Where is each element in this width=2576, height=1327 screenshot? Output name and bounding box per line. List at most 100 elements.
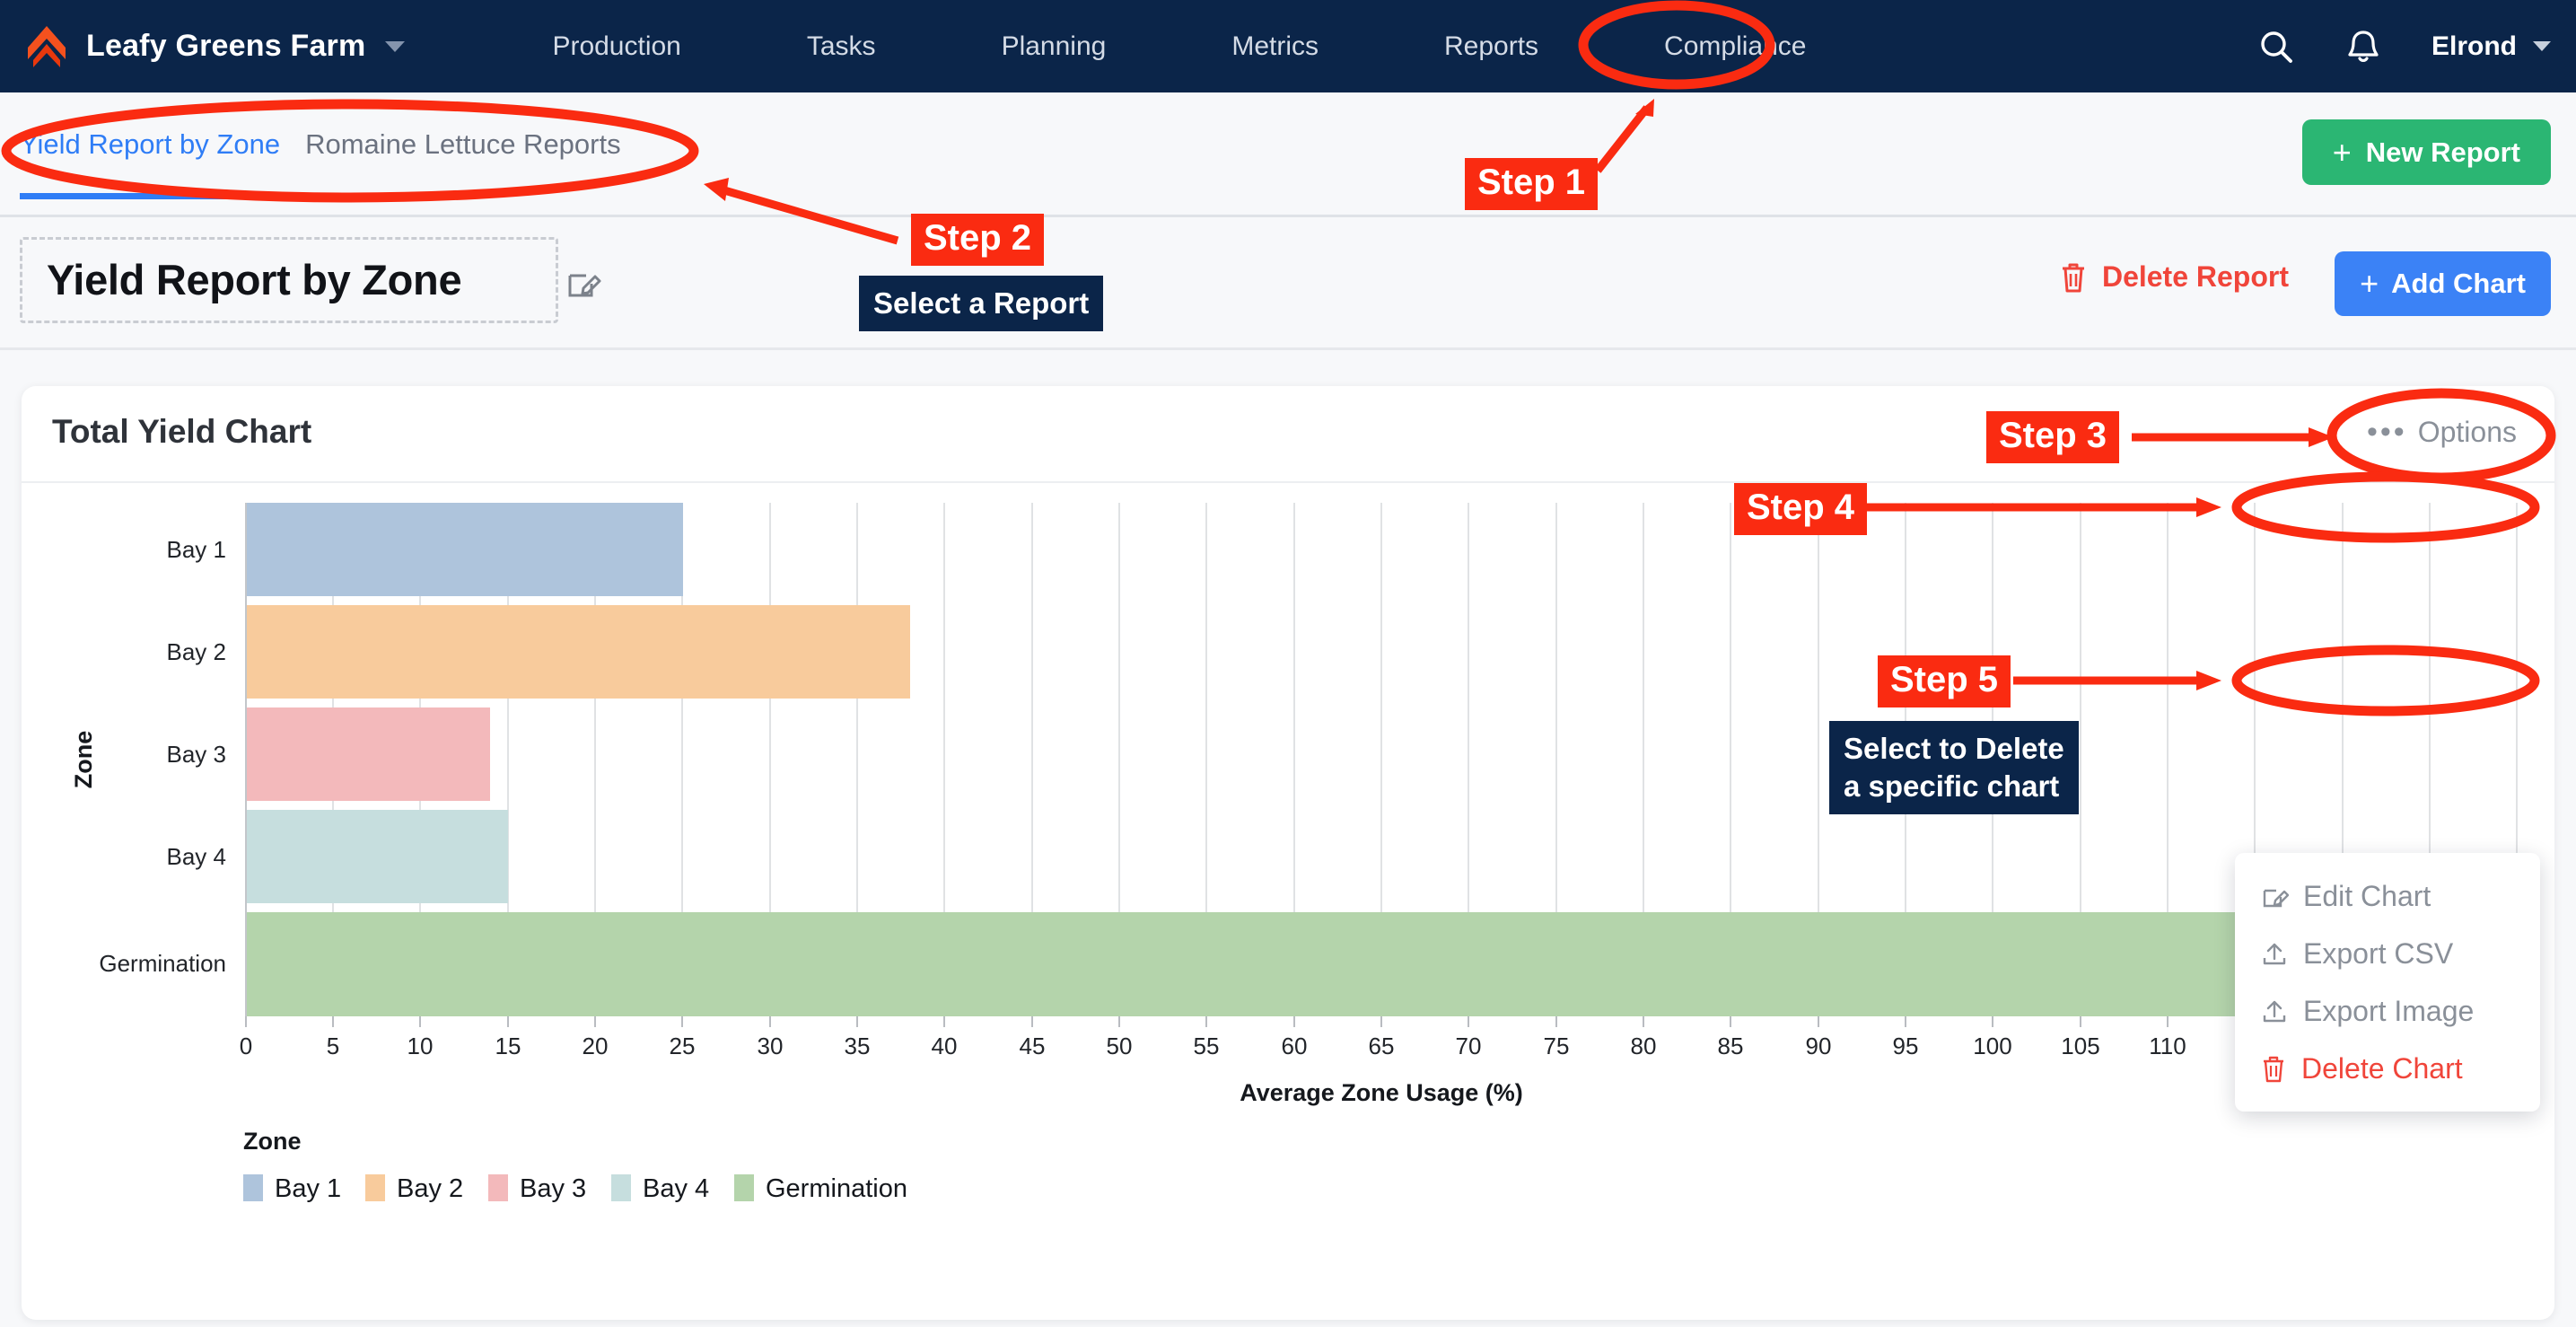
chart-options-button[interactable]: ••• Options (2367, 415, 2517, 450)
legend-swatch-germination (734, 1174, 754, 1201)
legend-label-bay-4: Bay 4 (643, 1174, 709, 1203)
legend-swatch-bay-3 (488, 1174, 508, 1201)
chart-card-header: Total Yield Chart ••• Options (22, 386, 2554, 483)
tab-yield-report-by-zone[interactable]: Yield Report by Zone (20, 128, 281, 199)
legend-title: Zone (243, 1128, 302, 1155)
chart-legend: Bay 1 Bay 2 Bay 3 Bay 4 Germination (243, 1174, 907, 1203)
chart-plot-area: Bay 1 Bay 2 Bay 3 Bay 4 Germination Zone (22, 485, 2554, 1318)
svg-text:95: 95 (1893, 1033, 1919, 1059)
x-tick-marks (245, 1016, 2518, 1027)
nav-link-production[interactable]: Production (552, 31, 680, 62)
menu-item-export-image[interactable]: Export Image (2235, 982, 2540, 1040)
svg-text:45: 45 (1020, 1033, 1046, 1059)
delete-report-label: Delete Report (2101, 260, 2289, 293)
svg-text:90: 90 (1806, 1033, 1832, 1059)
svg-text:0: 0 (240, 1033, 252, 1059)
svg-text:100: 100 (1973, 1033, 2011, 1059)
report-tabs: Yield Report by Zone Romaine Lettuce Rep… (20, 128, 646, 199)
ytick-bay-1: Bay 1 (167, 536, 227, 563)
bar-bay-1 (246, 503, 683, 596)
svg-text:75: 75 (1544, 1033, 1570, 1059)
new-report-button[interactable]: + New Report (2301, 119, 2551, 185)
chevron-down-icon[interactable] (2533, 41, 2551, 51)
svg-text:55: 55 (1194, 1033, 1220, 1059)
menu-item-label: Export Image (2303, 994, 2475, 1027)
new-report-label: New Report (2365, 136, 2520, 168)
search-icon[interactable] (2257, 28, 2295, 66)
plus-icon: + (2332, 133, 2352, 171)
tab-romaine-lettuce-reports[interactable]: Romaine Lettuce Reports (305, 128, 621, 193)
brand-name: Leafy Greens Farm (86, 29, 366, 63)
chart-category-labels: Bay 1 Bay 2 Bay 3 Bay 4 Germination (99, 536, 226, 977)
chart-card: Total Yield Chart ••• Options Bay 1 Bay … (22, 386, 2554, 1320)
report-tabbar: Yield Report by Zone Romaine Lettuce Rep… (0, 92, 2576, 217)
svg-text:65: 65 (1369, 1033, 1395, 1059)
brand-switcher[interactable]: Leafy Greens Farm (0, 23, 406, 70)
nav-link-reports[interactable]: Reports (1444, 31, 1538, 62)
ytick-germination: Germination (99, 950, 226, 977)
menu-item-edit-chart[interactable]: Edit Chart (2235, 867, 2540, 925)
page-title: Yield Report by Zone (47, 256, 462, 303)
chart-title: Total Yield Chart (52, 413, 312, 450)
legend-label-bay-1: Bay 1 (275, 1174, 341, 1203)
upload-icon (2260, 997, 2289, 1025)
menu-item-label: Delete Chart (2301, 1051, 2463, 1085)
nav-right-cluster: Elrond (2257, 0, 2551, 92)
chart-xtick-labels: 0 5 10 15 20 25 30 35 40 45 50 55 60 65 … (240, 1033, 2537, 1059)
chevron-down-icon[interactable] (385, 40, 406, 52)
svg-text:50: 50 (1107, 1033, 1133, 1059)
chart-options-dropdown: Edit Chart Export CSV Export Image Delet… (2235, 853, 2540, 1112)
app-root: Leafy Greens Farm Production Tasks Plann… (0, 0, 2576, 1327)
horizontal-bar-chart: Bay 1 Bay 2 Bay 3 Bay 4 Germination Zone (70, 503, 2537, 1203)
delete-report-button[interactable]: Delete Report (2059, 260, 2289, 294)
chart-options-label: Options (2417, 416, 2517, 448)
svg-text:30: 30 (758, 1033, 784, 1059)
legend-swatch-bay-1 (243, 1174, 263, 1201)
top-navigation-bar: Leafy Greens Farm Production Tasks Plann… (0, 0, 2576, 92)
menu-item-label: Edit Chart (2303, 879, 2431, 912)
svg-text:85: 85 (1718, 1033, 1744, 1059)
nav-link-metrics[interactable]: Metrics (1231, 31, 1319, 62)
nav-link-compliance[interactable]: Compliance (1664, 31, 1806, 62)
ytick-bay-4: Bay 4 (167, 843, 227, 870)
svg-text:105: 105 (2061, 1033, 2099, 1059)
menu-item-label: Export CSV (2303, 936, 2454, 970)
upload-icon (2260, 939, 2289, 968)
svg-text:80: 80 (1631, 1033, 1657, 1059)
svg-text:10: 10 (407, 1033, 434, 1059)
x-axis-title: Average Zone Usage (%) (1240, 1079, 1523, 1106)
nav-link-tasks[interactable]: Tasks (807, 31, 876, 62)
bar-bay-2 (246, 605, 910, 699)
chart-bars (246, 503, 2482, 1016)
legend-label-bay-3: Bay 3 (520, 1174, 586, 1203)
add-chart-button[interactable]: + Add Chart (2335, 251, 2551, 316)
svg-text:110: 110 (2149, 1033, 2186, 1059)
nav-link-planning[interactable]: Planning (1002, 31, 1107, 62)
svg-text:15: 15 (495, 1033, 521, 1059)
svg-text:5: 5 (327, 1033, 339, 1059)
plus-icon: + (2360, 265, 2379, 302)
pencil-square-icon[interactable] (564, 264, 601, 302)
y-axis-title: Zone (70, 731, 97, 789)
bar-bay-3 (246, 707, 490, 801)
pencil-square-icon (2260, 882, 2289, 910)
svg-text:20: 20 (583, 1033, 609, 1059)
svg-text:40: 40 (932, 1033, 958, 1059)
svg-text:70: 70 (1456, 1033, 1482, 1059)
ytick-bay-3: Bay 3 (167, 741, 227, 768)
bar-bay-4 (246, 810, 508, 903)
leaf-arrow-logo-icon (23, 23, 70, 70)
ellipsis-icon: ••• (2367, 415, 2407, 449)
svg-text:60: 60 (1282, 1033, 1308, 1059)
trash-icon (2260, 1054, 2287, 1083)
bar-germination (246, 912, 2482, 1016)
legend-swatch-bay-2 (365, 1174, 385, 1201)
report-title-row: Yield Report by Zone Delete Report + Add… (0, 217, 2576, 350)
menu-item-export-csv[interactable]: Export CSV (2235, 925, 2540, 982)
ytick-bay-2: Bay 2 (167, 638, 227, 665)
bell-icon[interactable] (2345, 28, 2381, 66)
menu-item-delete-chart[interactable]: Delete Chart (2235, 1040, 2540, 1097)
user-menu-label[interactable]: Elrond (2431, 31, 2517, 62)
legend-label-bay-2: Bay 2 (397, 1174, 463, 1203)
trash-icon (2059, 261, 2088, 294)
